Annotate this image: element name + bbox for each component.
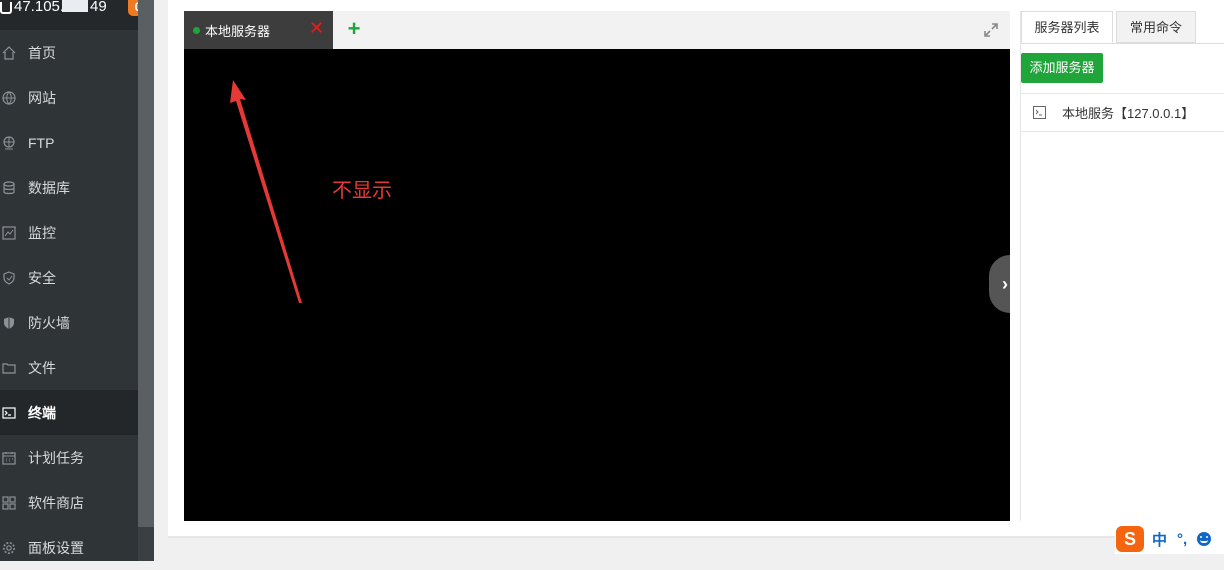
collapse-panel-button[interactable]: ›: [989, 255, 1010, 313]
ime-toolbar[interactable]: S 中 °,: [1115, 524, 1224, 554]
tab-common-commands[interactable]: 常用命令: [1116, 11, 1196, 43]
server-list-label: 本地服务【127.0.0.1】: [1062, 106, 1195, 121]
ime-punctuation[interactable]: °,: [1177, 531, 1187, 548]
annotation-text: 不显示: [332, 180, 392, 202]
sogou-logo[interactable]: S: [1116, 526, 1144, 552]
tab-server-list[interactable]: 服务器列表: [1021, 11, 1113, 43]
add-server-button[interactable]: 添加服务器: [1021, 53, 1103, 83]
ime-mode[interactable]: 中: [1152, 529, 1167, 550]
server-panel: 服务器列表 常用命令 添加服务器 本地服务【127.0.0.1】: [1020, 11, 1224, 521]
chevron-right-icon: ›: [1002, 274, 1008, 294]
server-list-item[interactable]: 本地服务【127.0.0.1】: [1021, 93, 1224, 132]
server-panel-tabs: 服务器列表 常用命令: [1021, 11, 1224, 44]
terminal-icon: [1033, 106, 1046, 119]
emoji-icon[interactable]: [1197, 532, 1212, 546]
